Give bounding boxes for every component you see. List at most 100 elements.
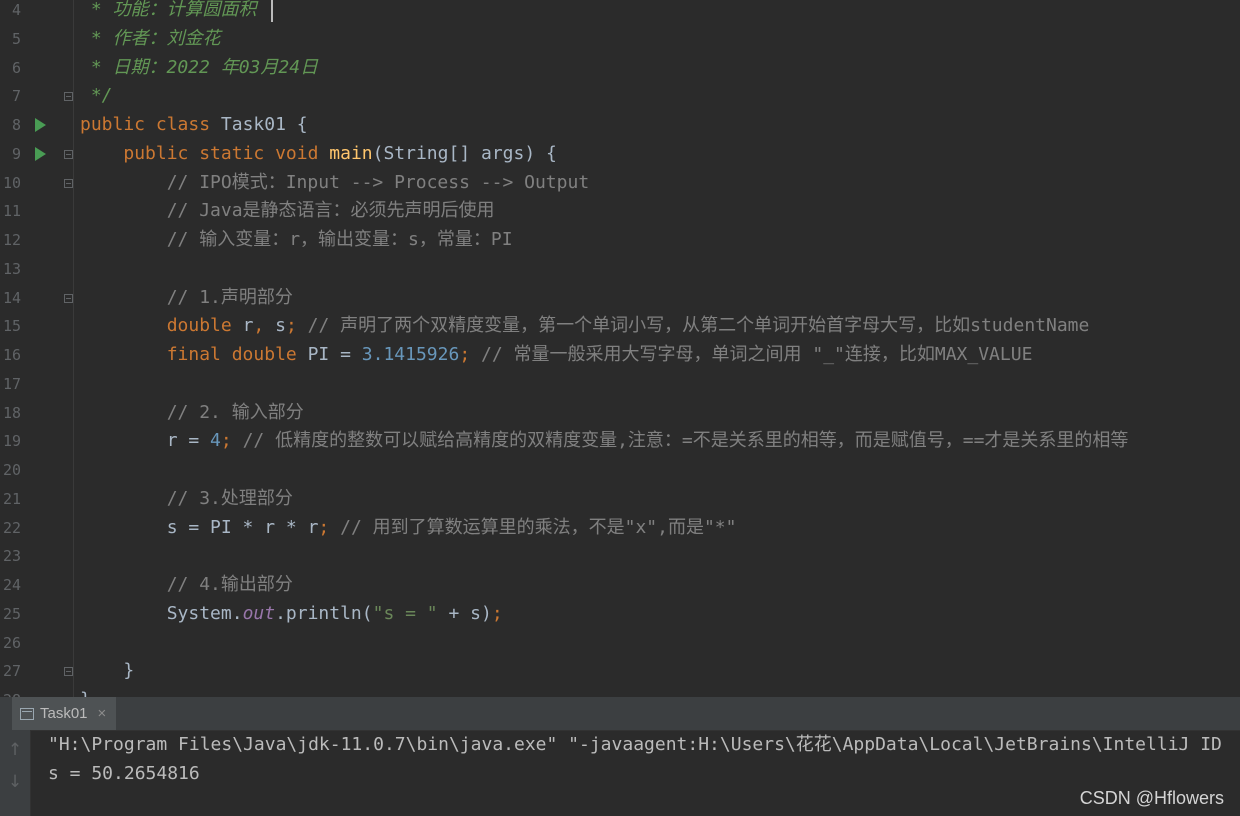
code-line[interactable]: 18 // 2. 输入部分 [0,399,1240,428]
run-sidebar-toolbar: ↑ ↓ [0,730,31,816]
code-line[interactable]: 15 double r, s; // 声明了两个双精度变量，第一个单词小写，从第… [0,312,1240,341]
line-number: 28 [0,686,21,697]
code-line[interactable]: 19 r = 4; // 低精度的整数可以赋给高精度的双精度变量,注意：=不是关… [0,427,1240,456]
code-token: */ [80,85,113,107]
code-token: .println( [275,602,373,624]
run-tab-task01[interactable]: Task01 × [12,697,117,730]
code-token: main [329,142,373,164]
code-line[interactable]: 11 // Java是静态语言：必须先声明后使用 [0,197,1240,226]
line-number: 16 [2,346,21,364]
code-token: // 声明了两个双精度变量，第一个单词小写，从第二个单词开始首字母大写，比如st… [307,315,1090,337]
code-line[interactable]: 6 * 日期：2022 年03月24日 [0,54,1240,83]
code-line[interactable]: 4 * 功能：计算圆面积 [0,0,1240,25]
code-token: s = PI * r * r [80,516,319,538]
code-token: System. [80,602,243,624]
code-token: ; [459,344,482,365]
code-line[interactable]: 7 */ [0,82,1240,111]
line-number: 8 [11,116,21,134]
code-token: , [253,315,276,337]
run-config-icon [20,707,34,720]
code-token: public static void [123,142,330,164]
code-text: */ [80,82,113,111]
code-line[interactable]: 21 // 3.处理部分 [0,485,1240,514]
line-number: 7 [11,87,21,106]
code-text: * 作者：刘金花 [80,25,221,54]
text-caret [271,0,273,22]
code-text: public class Task01 { [80,111,308,140]
line-number: 23 [2,547,21,566]
code-text: s = PI * r * r; // 用到了算数运算里的乘法，不是"x",而是"… [80,514,737,543]
code-line[interactable]: 20 [0,456,1240,485]
code-line[interactable]: 16 final double PI = 3.1415926; // 常量一般采… [0,341,1240,370]
code-token: // 3.处理部分 [80,487,293,509]
console-output-line: s = 50.2654816 [48,763,200,784]
code-token: + s) [437,602,492,624]
code-token: 3.1415926 [361,344,460,365]
code-text: double r, s; // 声明了两个双精度变量，第一个单词小写，从第二个单… [80,312,1090,341]
run-gutter-icon[interactable] [35,118,46,132]
fold-icon[interactable] [64,178,73,188]
code-token: r [242,315,254,337]
fold-icon[interactable] [64,149,73,159]
line-number: 13 [2,259,21,278]
code-line[interactable]: 23 [0,542,1240,571]
scroll-down-arrow-icon[interactable]: ↓ [4,772,26,792]
code-token: ; [285,315,308,337]
code-token: public class [80,114,221,135]
code-line[interactable]: 13 [0,255,1240,284]
code-line[interactable]: 28} [0,686,1240,697]
code-text: // 2. 输入部分 [80,399,304,428]
code-token: Task01 { [220,114,308,135]
line-number: 14 [2,288,21,307]
code-token: out [242,602,276,624]
close-icon[interactable]: × [98,705,107,722]
console-command-line: "H:\Program Files\Java\jdk-11.0.7\bin\ja… [48,734,1222,755]
line-number: 19 [2,432,21,451]
code-line[interactable]: 8 public class Task01 { [0,111,1240,140]
code-line[interactable]: 27 } [0,657,1240,686]
code-token: "s = " [372,602,438,624]
code-line[interactable]: 12 // 输入变量：r，输出变量：s，常量：PI [0,226,1240,255]
fold-icon[interactable] [64,92,73,102]
code-text: * 功能：计算圆面积 [80,0,257,25]
code-line[interactable]: 26 [0,629,1240,658]
line-number: 12 [2,231,21,249]
code-text: final double PI = 3.1415926; // 常量一般采用大写… [80,341,1033,370]
code-line[interactable]: 25 System.out.println("s = " + s); [0,600,1240,629]
code-line[interactable]: 9 public static void main(String[] args)… [0,140,1240,169]
code-token: // 常量一般采用大写字母，单词之间用 "_"连接，比如MAX_VALUE [481,344,1033,365]
run-gutter-icon[interactable] [35,146,46,161]
code-token: * 功能：计算圆面积 [80,0,257,20]
code-line[interactable]: 5 * 作者：刘金花 [0,25,1240,54]
code-token: (String[] args) { [372,142,557,164]
scroll-up-arrow-icon[interactable]: ↑ [4,740,26,760]
code-line[interactable]: 14 // 1.声明部分 [0,284,1240,313]
watermark: CSDN @Hflowers [1079,788,1224,808]
code-line[interactable]: 17 [0,370,1240,399]
code-editor[interactable]: 4 * 功能：计算圆面积 5 * 作者：刘金花 6 * 日期：2022 年03月24… [0,0,1240,697]
code-text: // 1.声明部分 [80,284,293,313]
code-text: r = 4; // 低精度的整数可以赋给高精度的双精度变量,注意：=不是关系里的… [80,427,1129,456]
code-line[interactable]: 24 // 4.输出部分 [0,571,1240,600]
code-token: // IPO模式：Input --> Process --> Output [80,171,590,193]
code-token: // 低精度的整数可以赋给高精度的双精度变量,注意：=不是关系里的相等，而是赋值… [242,430,1129,452]
code-token: } [80,660,135,682]
code-token: 4 [210,430,221,452]
code-text: // 3.处理部分 [80,485,293,514]
code-line[interactable]: 22 s = PI * r * r; // 用到了算数运算里的乘法，不是"x",… [0,514,1240,543]
code-token: ; [318,516,341,538]
code-line[interactable]: 10 // IPO模式：Input --> Process --> Output [0,169,1240,198]
code-token: // 2. 输入部分 [80,401,304,423]
fold-icon[interactable] [64,293,73,303]
code-token: ; [220,430,243,452]
fold-icon[interactable] [64,667,73,677]
code-token: ; [491,602,503,624]
line-number: 17 [2,374,21,393]
line-number: 9 [11,144,21,163]
line-number: 27 [2,662,21,681]
code-token: // 1.声明部分 [80,286,293,308]
run-tab-label: Task01 [40,705,88,722]
